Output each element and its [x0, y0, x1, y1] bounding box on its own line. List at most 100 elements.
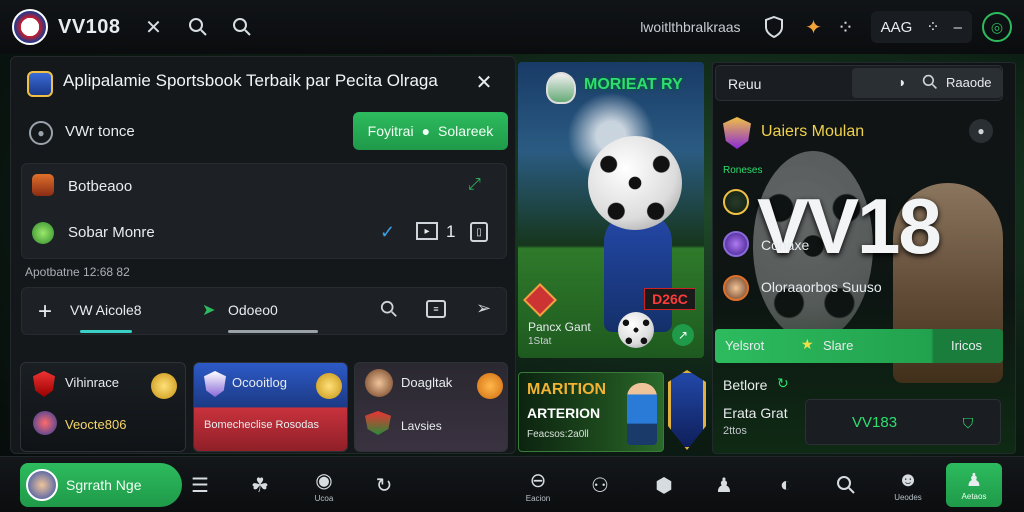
search-icon[interactable] [380, 300, 398, 318]
search-right-label: Raaode [946, 75, 992, 90]
check-icon[interactable]: ✓ [380, 222, 395, 243]
trophy-icon[interactable]: ◉ Ucoa [304, 465, 344, 505]
home-button[interactable]: ♟ Aetaos [946, 463, 1002, 507]
promo-card-3[interactable]: Doagltak Lavsies [354, 362, 508, 452]
shield-icon [204, 371, 226, 397]
green-left: Yelsrot [725, 338, 765, 353]
section-label: Roneses [723, 165, 763, 176]
tab-2[interactable]: Odoeo0 [228, 302, 278, 318]
delete-icon[interactable]: ▯ [470, 222, 488, 242]
register-label: Foyitrai [367, 123, 414, 139]
top-bar: VV108 ✕ lwoitlthbralkraas ✦ ⁘ AAG ⁘ – ◎ [0, 0, 1024, 54]
big-number: VV18 [757, 182, 942, 270]
users-icon[interactable]: ⚇ [580, 465, 620, 505]
stat-2: Erata Grat [723, 405, 788, 421]
count-value: 1 [446, 222, 456, 241]
search-label: Reuu [728, 76, 762, 92]
right-item-1[interactable]: Conaxe [761, 237, 809, 253]
expand-icon[interactable]: ⤢ [468, 176, 481, 194]
tab-1[interactable]: VW Aicole8 [70, 302, 142, 318]
soccer-ball [588, 136, 682, 230]
ticket-icon[interactable]: ≡ [426, 300, 446, 318]
refresh-icon[interactable]: ↻ [777, 375, 789, 392]
fire-icon [477, 373, 503, 399]
value-box-text: VV183 [852, 414, 898, 431]
promo-card-1[interactable]: Vihinrace Veocte806 [20, 362, 186, 452]
list-icon[interactable]: ☰ [180, 465, 220, 505]
club-badge-icon [546, 72, 576, 104]
drop-icon: ● [421, 123, 431, 139]
value-box[interactable]: VV183 ⛉ [805, 399, 1001, 445]
top-right-text: lwoitlthbralkraas [640, 19, 741, 35]
shield-icon [365, 411, 391, 435]
person-icon[interactable]: ● [969, 119, 993, 143]
search-icon[interactable] [826, 465, 866, 505]
promo-card-2[interactable]: Ocooitlog Bomecheclise Rosodas [193, 362, 348, 452]
pointer-icon[interactable]: ➢ [476, 298, 491, 319]
ball-icon[interactable]: ⊖ Eacion [518, 465, 558, 505]
shield-icon[interactable] [759, 12, 789, 42]
username: VWr tonce [65, 123, 135, 140]
match-list: Botbeaoo ⤢ Sobar Monre ✓ ▸ 1 ▯ [21, 163, 507, 259]
team-crest-icon [33, 411, 57, 435]
hero-caption-title: Pancx Gant [528, 320, 591, 334]
close-icon[interactable]: ✕ [471, 69, 497, 95]
profile-icon[interactable]: ◎ [982, 12, 1012, 42]
team-crest-icon [32, 222, 54, 244]
coin-icon [151, 373, 177, 399]
register-button[interactable]: Foyitrai ● Solareek [353, 112, 508, 150]
login-label: Solareek [438, 123, 494, 139]
right-item-2[interactable]: Oloraaorbos Suuso [761, 279, 882, 295]
user-icon: ● [29, 121, 53, 145]
box-icon[interactable]: ⬢ [644, 465, 684, 505]
odds-bar[interactable]: Yelsrot ★ Slare Iricos [715, 329, 1003, 363]
arrow-circle-icon[interactable]: ↗ [672, 324, 694, 346]
brand-name: VV108 [58, 15, 121, 38]
refresh-icon[interactable]: ↻ [364, 465, 404, 505]
account-icon[interactable]: ☻ Ueodes [888, 465, 928, 505]
account-pill[interactable]: AAG ⁘ – [870, 11, 972, 43]
list-item-2[interactable]: Sobar Monre [68, 224, 155, 241]
avatar [26, 469, 58, 501]
bottom-nav: Sgrrath Nge ☰ ☘ ◉ Ucoa ↻ ⊖ Eacion ⚇ ⬢ ♟ ◐ … [0, 456, 1024, 512]
shield-badge-icon [27, 71, 53, 97]
team-title: Uaiers Moulan [761, 123, 865, 140]
avatar [365, 369, 393, 397]
hero-label: MORIEAT RY [584, 76, 683, 93]
minus-icon: – [953, 18, 962, 36]
apps-icon[interactable]: ⁘ [831, 12, 861, 42]
play-icon: ◗ [898, 74, 907, 90]
screen-icon[interactable]: ▸ [416, 222, 438, 240]
green-right: Iricos [951, 338, 983, 353]
toggle-icon: ⁘ [926, 19, 940, 36]
hero-caption-sub: 1Stat [528, 336, 552, 347]
club-icon [723, 231, 749, 257]
search-bar[interactable]: Reuu ◗ Raaode [715, 65, 1003, 101]
banner-line3: Feacsos:2a0ll [527, 429, 589, 440]
close-icon[interactable]: ✕ [139, 12, 169, 42]
search-icon[interactable] [183, 12, 213, 42]
group-icon[interactable]: ☘ [240, 465, 280, 505]
team-crest-icon [723, 117, 751, 149]
list-item-1[interactable]: Botbeaoo [68, 178, 132, 195]
card-sub: Bomecheclise Rosodas [204, 419, 319, 431]
profile-pill[interactable]: Sgrrath Nge [20, 463, 182, 507]
green-mid: Slare [823, 338, 854, 353]
card-sub: Veocte806 [65, 417, 127, 432]
nav-label: Aetaos [961, 491, 987, 501]
brand-logo[interactable] [12, 9, 48, 45]
home-icon: ♟ [965, 469, 983, 490]
promo-banner[interactable]: MARITION ARTERION Feacsos:2a0ll [518, 372, 664, 452]
search-alt-icon[interactable] [227, 12, 257, 42]
card-title: Ocooitlog [232, 375, 287, 390]
person-icon[interactable]: ♟ [704, 465, 744, 505]
search-field[interactable]: ◗ Raaode [852, 68, 1002, 98]
bell-icon[interactable]: ✦ [799, 12, 829, 42]
profile-pill-label: Sgrrath Nge [66, 477, 142, 493]
hero-card[interactable]: MORIEAT RY D26C Pancx Gant 1Stat ↗ [518, 62, 704, 358]
player-figure [627, 383, 657, 445]
right-panel: Reuu ◗ Raaode Uaiers Moulan ● Roneses VV… [712, 62, 1016, 454]
sport-icon[interactable]: ◐ [766, 465, 806, 505]
search-icon[interactable] [922, 74, 938, 90]
add-icon[interactable]: + [38, 298, 52, 326]
